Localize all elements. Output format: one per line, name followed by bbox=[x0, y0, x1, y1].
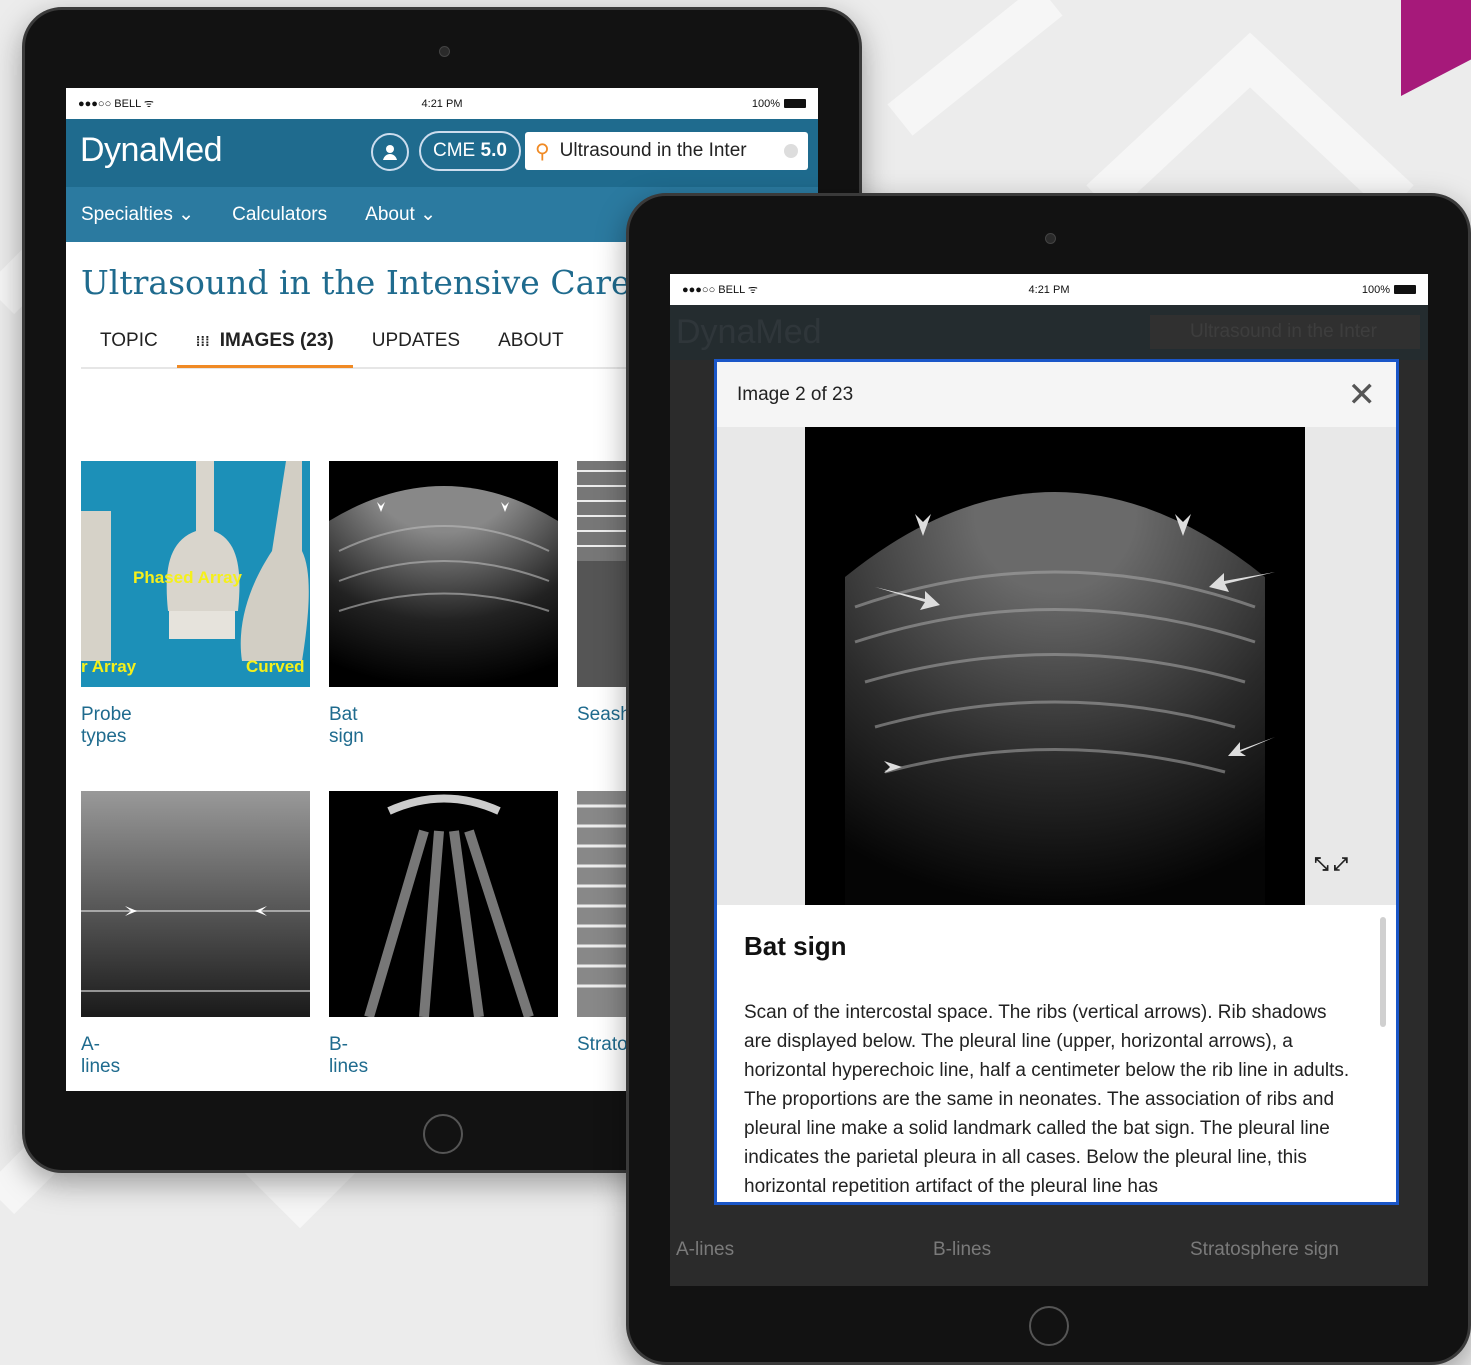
home-button[interactable] bbox=[1029, 1306, 1069, 1346]
search-value: Ultrasound in the Inter bbox=[559, 140, 747, 161]
home-button[interactable] bbox=[423, 1114, 463, 1154]
thumb-b-lines[interactable] bbox=[329, 791, 558, 1017]
thumb-bat-sign[interactable] bbox=[329, 461, 558, 687]
nav-calculators[interactable]: Calculators bbox=[232, 204, 327, 226]
bat-sign-image[interactable] bbox=[805, 427, 1305, 905]
carrier-signal: ●●●○○ BELL ᯤ bbox=[682, 284, 758, 296]
tab-updates[interactable]: UPDATES bbox=[353, 324, 479, 368]
thumb-text-array: r Array bbox=[81, 657, 137, 676]
clear-search-icon[interactable] bbox=[784, 144, 798, 158]
ultrasound-bat-sign bbox=[329, 476, 558, 687]
ghost-stratosphere: Stratosphere sign bbox=[1190, 1239, 1339, 1260]
thumb-probe-types[interactable]: Phased Array r Array Curved bbox=[81, 461, 310, 687]
dynamed-logo[interactable]: DynaMed bbox=[80, 131, 223, 170]
label-probe-types[interactable]: Probe types bbox=[81, 704, 132, 748]
camera bbox=[439, 46, 450, 57]
tab-topic[interactable]: TOPIC bbox=[81, 324, 177, 368]
modal-image-area: ⤡ ⤢ bbox=[717, 427, 1396, 905]
screen-front: ●●●○○ BELL ᯤ 4:21 PM 100% DynaMed Ultras… bbox=[670, 274, 1428, 1286]
battery-status: 100% bbox=[752, 98, 806, 110]
label-a-lines[interactable]: A-lines bbox=[81, 1034, 120, 1078]
tab-images[interactable]: ⁞⁞⁞ IMAGES (23) bbox=[176, 324, 353, 368]
modal-caption: Bat sign Scan of the intercostal space. … bbox=[717, 905, 1396, 1202]
battery-status: 100% bbox=[1362, 284, 1416, 296]
ultrasound-b-lines bbox=[364, 794, 534, 1017]
thumb-a-lines[interactable] bbox=[81, 791, 310, 1017]
label-bat-sign[interactable]: Bat sign bbox=[329, 704, 364, 748]
search-input[interactable]: ⚲ Ultrasound in the Inter bbox=[525, 132, 808, 170]
tab-about[interactable]: ABOUT bbox=[479, 324, 582, 368]
label-stratosphere[interactable]: Strato bbox=[577, 1034, 628, 1056]
thumb-text-phased: Phased Array bbox=[133, 568, 242, 587]
thumb-text-curved: Curved bbox=[246, 657, 305, 676]
camera bbox=[1045, 233, 1056, 244]
carrier-signal: ●●●○○ BELL ᯤ bbox=[78, 98, 154, 110]
app-header: DynaMed CME 5.0 ⚲ Ultrasound in the Inte… bbox=[66, 119, 818, 187]
nav-about[interactable]: About ⌄ bbox=[365, 203, 436, 226]
image-description: Scan of the intercostal space. The ribs … bbox=[744, 1002, 1350, 1197]
caption-scrollbar[interactable] bbox=[1380, 917, 1386, 1027]
ultrasound-a-lines bbox=[81, 791, 310, 1017]
expand-icon[interactable]: ⤡ ⤢ bbox=[1314, 855, 1348, 873]
battery-icon bbox=[1394, 285, 1416, 295]
tablet-front: ●●●○○ BELL ᯤ 4:21 PM 100% DynaMed Ultras… bbox=[626, 193, 1471, 1365]
status-time: 4:21 PM bbox=[421, 97, 463, 110]
label-b-lines[interactable]: B-lines bbox=[329, 1034, 368, 1078]
nav-specialties[interactable]: Specialties ⌄ bbox=[81, 203, 194, 226]
ultrasound-bat-sign-large bbox=[845, 452, 1275, 905]
image-modal: Image 2 of 23 ✕ ⤡ ⤢ Bat sign Scan of the… bbox=[714, 359, 1399, 1205]
status-bar: ●●●○○ BELL ᯤ 4:21 PM 100% bbox=[670, 274, 1428, 305]
cme-button[interactable]: CME 5.0 bbox=[419, 131, 521, 171]
status-time: 4:21 PM bbox=[1028, 283, 1070, 296]
image-counter: Image 2 of 23 bbox=[737, 383, 854, 405]
user-account-button[interactable] bbox=[371, 133, 409, 171]
grid-icon: ⁞⁞⁞ bbox=[195, 333, 210, 349]
status-bar: ●●●○○ BELL ᯤ 4:21 PM 100% bbox=[66, 88, 818, 119]
ghost-b-lines: B-lines bbox=[933, 1239, 992, 1260]
ghost-a-lines: A-lines bbox=[676, 1239, 735, 1260]
image-title: Bat sign bbox=[744, 931, 847, 961]
close-icon[interactable]: ✕ bbox=[1348, 378, 1377, 412]
battery-icon bbox=[784, 99, 806, 109]
label-seashore[interactable]: Seash bbox=[577, 704, 631, 726]
user-icon bbox=[383, 145, 397, 160]
modal-header: Image 2 of 23 ✕ bbox=[717, 362, 1396, 427]
search-icon: ⚲ bbox=[535, 140, 550, 163]
